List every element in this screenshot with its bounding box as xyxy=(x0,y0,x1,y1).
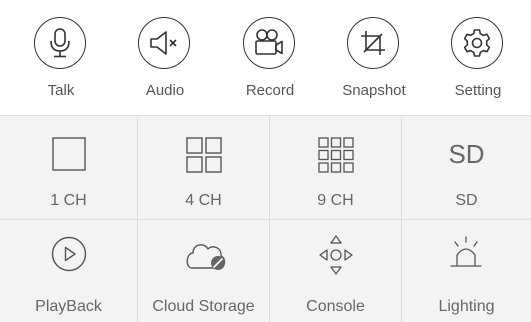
snapshot-label: Snapshot xyxy=(342,82,406,99)
sd-label: SD xyxy=(455,192,478,209)
function-grid: 1 CH 4 CH 9 CH SD SD PlayBack Cloud Stor… xyxy=(0,115,531,322)
snapshot-button[interactable]: Snapshot xyxy=(321,0,427,115)
view-1ch-label: 1 CH xyxy=(50,192,87,209)
sd-button[interactable]: SD SD xyxy=(402,116,531,220)
playback-label: PlayBack xyxy=(35,298,102,315)
play-icon xyxy=(51,236,87,272)
record-label: Record xyxy=(245,82,295,99)
view-4ch-button[interactable]: 4 CH xyxy=(138,116,270,220)
talk-button[interactable]: Talk xyxy=(8,0,114,115)
audio-button[interactable]: Audio xyxy=(112,0,218,115)
record-button[interactable]: Record xyxy=(217,0,323,115)
control-toolbar: Talk Audio Record Snapshot Setting xyxy=(0,0,531,115)
cloud-disabled-icon xyxy=(186,244,226,270)
lighting-button[interactable]: Lighting xyxy=(402,220,531,322)
nine-view-icon xyxy=(318,137,354,173)
cloud-storage-label: Cloud Storage xyxy=(152,298,255,315)
sd-icon: SD xyxy=(448,139,485,169)
four-view-icon xyxy=(186,137,222,173)
view-9ch-label: 9 CH xyxy=(317,192,354,209)
direction-pad-icon xyxy=(319,235,353,275)
setting-button[interactable]: Setting xyxy=(425,0,531,115)
gear-icon xyxy=(451,17,503,69)
view-1ch-button[interactable]: 1 CH xyxy=(0,116,138,220)
lamp-icon xyxy=(450,236,482,267)
cloud-storage-button[interactable]: Cloud Storage xyxy=(138,220,270,322)
single-view-icon xyxy=(52,137,86,171)
console-button[interactable]: Console xyxy=(270,220,402,322)
microphone-icon xyxy=(34,17,86,69)
playback-button[interactable]: PlayBack xyxy=(0,220,138,322)
audio-label: Audio xyxy=(145,82,185,99)
setting-label: Setting xyxy=(454,82,502,99)
view-4ch-label: 4 CH xyxy=(185,192,222,209)
crop-icon xyxy=(347,17,399,69)
view-9ch-button[interactable]: 9 CH xyxy=(270,116,402,220)
video-camera-icon xyxy=(243,17,295,69)
console-label: Console xyxy=(306,298,365,315)
speaker-muted-icon xyxy=(138,17,190,69)
talk-label: Talk xyxy=(47,82,75,99)
lighting-label: Lighting xyxy=(438,298,495,315)
